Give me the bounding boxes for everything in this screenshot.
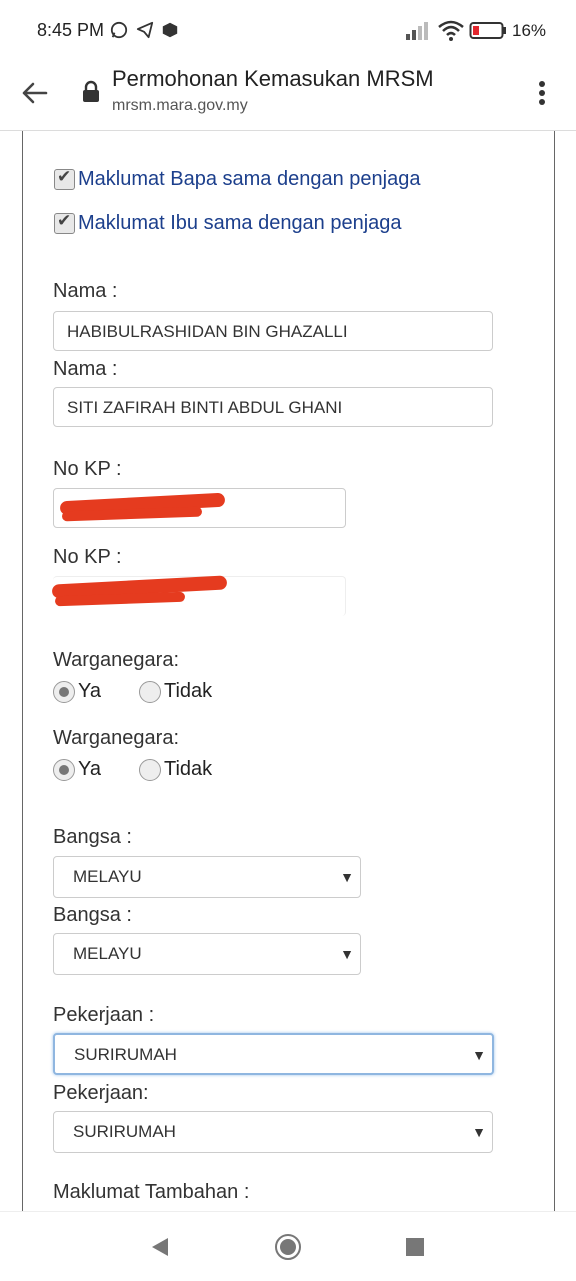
checkbox-bapa-row[interactable]: Maklumat Bapa sama dengan penjaga	[54, 167, 421, 191]
bangsa-select-ibu[interactable]: MELAYU ▼	[53, 933, 361, 975]
telegram-icon	[136, 21, 154, 39]
nama-field-ibu[interactable]: SITI ZAFIRAH BINTI ABDUL GHANI	[53, 387, 493, 427]
checkbox-ibu-label: Maklumat Ibu sama dengan penjaga	[78, 212, 402, 234]
dropdown-arrow-icon: ▼	[472, 1124, 486, 1140]
checkbox-bapa[interactable]	[54, 167, 75, 190]
bangsa-label-ibu: Bangsa :	[53, 904, 132, 926]
radio-tidak-bapa[interactable]	[138, 680, 161, 703]
bangsa-select-ibu-value: MELAYU	[73, 944, 142, 963]
pekerjaan-label-bapa: Pekerjaan :	[53, 1004, 155, 1026]
checkbox-ibu[interactable]	[54, 211, 75, 234]
page-title[interactable]: Permohonan Kemasukan MRSM	[112, 66, 434, 92]
web-content: Maklumat Bapa sama dengan penjaga Maklum…	[0, 131, 576, 1211]
whatsapp-icon	[110, 21, 128, 39]
system-nav-bar	[0, 1211, 576, 1281]
browser-toolbar: Permohonan Kemasukan MRSM mrsm.mara.gov.…	[0, 62, 576, 131]
checkbox-ibu-row[interactable]: Maklumat Ibu sama dengan penjaga	[54, 211, 402, 235]
wifi-icon	[438, 20, 464, 41]
nama-label-ibu: Nama :	[53, 358, 118, 380]
bangsa-select-bapa-value: MELAYU	[73, 867, 142, 886]
radio-ya-ibu[interactable]	[53, 758, 75, 781]
radio-tidak-label: Tidak	[163, 680, 213, 702]
nav-home-icon[interactable]	[274, 1233, 302, 1261]
page-url[interactable]: mrsm.mara.gov.my	[112, 97, 248, 115]
dropdown-arrow-icon: ▼	[340, 869, 354, 885]
battery-percent: 16%	[512, 21, 547, 40]
radio-ya-label: Ya	[78, 758, 101, 780]
bangsa-select-bapa[interactable]: MELAYU ▼	[53, 856, 361, 898]
lazada-icon	[162, 22, 178, 38]
radio-ya-label: Ya	[78, 680, 101, 702]
back-arrow-icon[interactable]	[18, 76, 52, 110]
bangsa-label-bapa: Bangsa :	[53, 826, 132, 848]
radio-tidak-label: Tidak	[163, 758, 213, 780]
pekerjaan-select-bapa-value: SURIRUMAH	[74, 1045, 177, 1064]
nama-field-bapa[interactable]: HABIBULRASHIDAN BIN GHAZALLI	[53, 311, 493, 351]
checkbox-bapa-label: Maklumat Bapa sama dengan penjaga	[78, 168, 421, 190]
nokp-label-bapa: No KP :	[53, 458, 122, 480]
battery-icon	[469, 22, 506, 39]
status-bar: 8:45 PM 16%	[0, 0, 576, 62]
more-options-icon[interactable]	[532, 76, 552, 110]
lock-icon[interactable]	[81, 80, 101, 104]
pekerjaan-select-ibu-value: SURIRUMAH	[73, 1122, 176, 1141]
warganegara-bapa-radios: Ya Tidak	[53, 680, 212, 703]
dropdown-arrow-icon: ▼	[472, 1047, 486, 1063]
warganegara-label-ibu: Warganegara:	[53, 727, 179, 749]
maklumat-tambahan-label: Maklumat Tambahan :	[53, 1181, 250, 1203]
nama-label-bapa: Nama :	[53, 280, 118, 302]
pekerjaan-select-ibu[interactable]: SURIRUMAH ▼	[53, 1111, 493, 1153]
warganegara-label-bapa: Warganegara:	[53, 649, 179, 671]
nokp-label-ibu: No KP :	[53, 546, 122, 568]
dropdown-arrow-icon: ▼	[340, 946, 354, 962]
radio-ya-bapa[interactable]	[53, 680, 75, 703]
nav-back-icon[interactable]	[150, 1236, 170, 1258]
status-time: 8:45 PM	[37, 20, 105, 40]
pekerjaan-select-bapa[interactable]: SURIRUMAH ▼	[53, 1033, 494, 1075]
pekerjaan-label-ibu: Pekerjaan:	[53, 1082, 149, 1104]
radio-tidak-ibu[interactable]	[138, 758, 161, 781]
nav-recents-icon[interactable]	[405, 1237, 425, 1257]
warganegara-ibu-radios: Ya Tidak	[53, 758, 212, 781]
signal-icon	[406, 22, 428, 40]
